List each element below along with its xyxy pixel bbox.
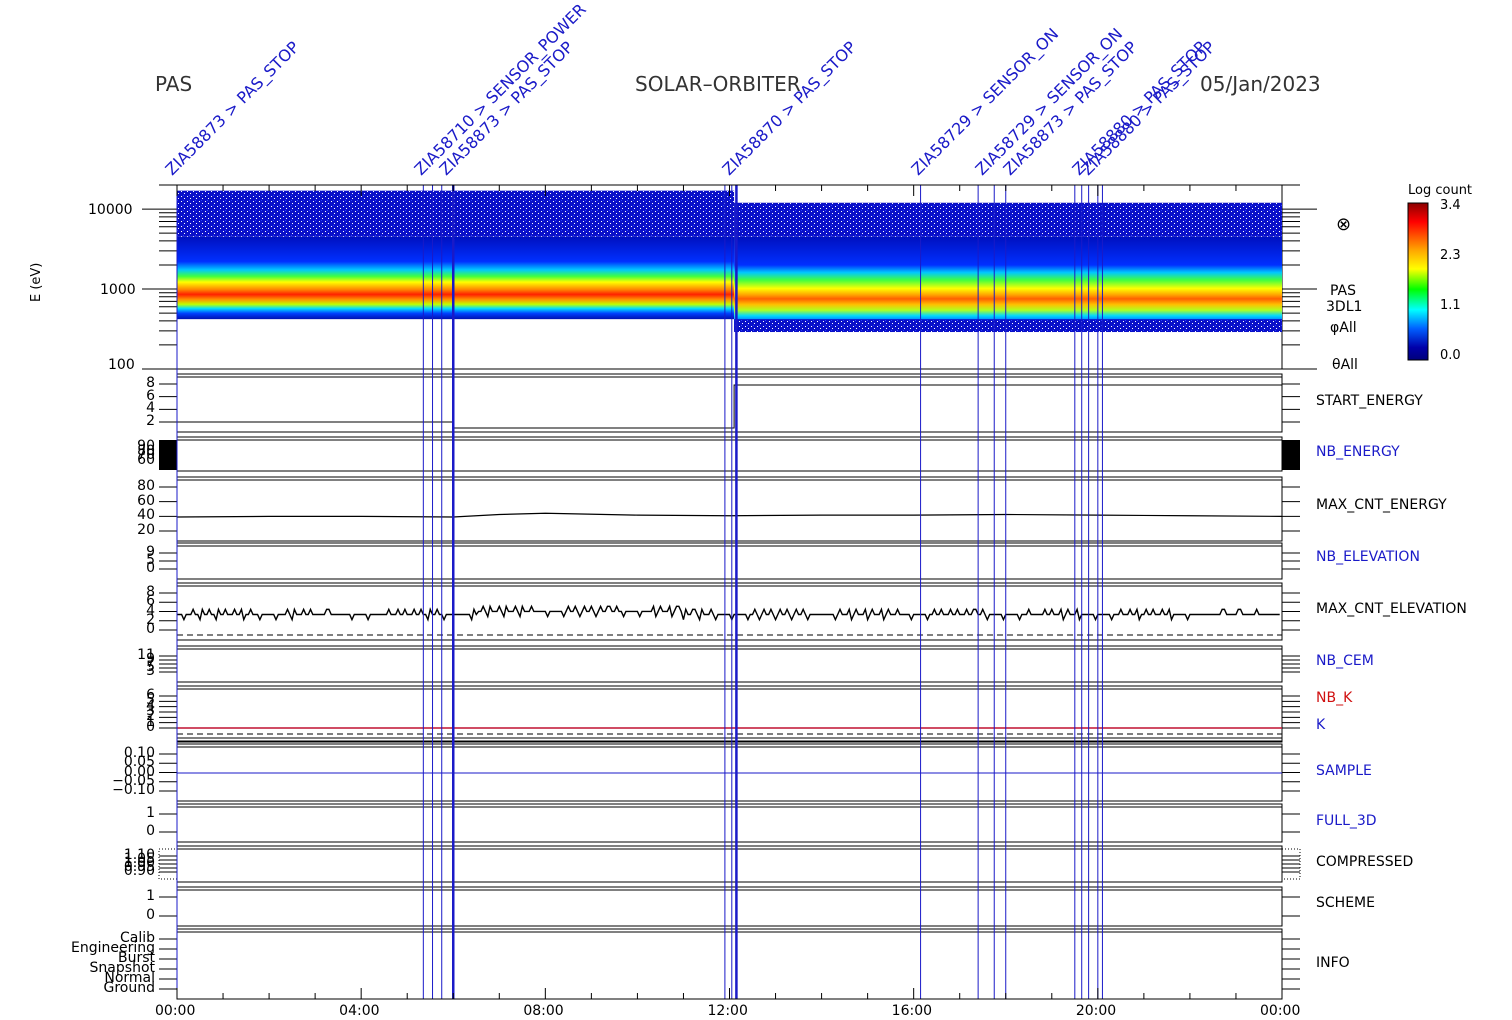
- panel-label: MAX_CNT_ELEVATION: [1316, 601, 1467, 617]
- colorbar-tick: 2.3: [1440, 248, 1461, 263]
- panel-tick-label: 3: [146, 663, 155, 679]
- panel-label: COMPRESSED: [1316, 854, 1414, 870]
- panel-label: NB_CEM: [1316, 653, 1374, 669]
- panel-frame: [176, 582, 1283, 641]
- panel-tick-label: −0.10: [112, 782, 155, 798]
- colorbar-title: Log count: [1408, 183, 1473, 198]
- panel-tick-label: 20: [137, 522, 155, 538]
- colorbar: [1407, 202, 1429, 361]
- spectrogram-main-band: [734, 236, 1282, 331]
- date-title: 05/Jan/2023: [1200, 72, 1321, 96]
- panel-frame: [176, 886, 1283, 927]
- spectrogram-side-label: 3DL1: [1326, 299, 1363, 315]
- energy-spectrogram: [142, 184, 1317, 370]
- panel-label: NB_K: [1316, 690, 1353, 706]
- panel-label: K: [1316, 717, 1326, 733]
- panel-label: NB_ELEVATION: [1316, 549, 1420, 565]
- panel-tick-label: 80: [137, 478, 155, 494]
- panel-label: MAX_CNT_ENERGY: [1316, 497, 1447, 513]
- time-tick-label: 20:00: [1075, 1003, 1117, 1019]
- energy-axis-label: E (eV): [29, 262, 44, 302]
- panel-frame: [176, 373, 1283, 433]
- panel-tick-label: 60: [137, 452, 155, 468]
- spectrogram-side-label: PAS: [1330, 283, 1357, 299]
- panel-tick-label: 0: [146, 719, 155, 735]
- panel-label: START_ENERGY: [1316, 393, 1423, 409]
- max-cnt-elevation-trace: [177, 604, 1280, 622]
- spectrogram-noise-band: [734, 319, 1282, 333]
- colorbar-tick: 3.4: [1440, 198, 1461, 213]
- panel-tick-label: 1: [146, 888, 155, 904]
- time-tick-label: 16:00: [891, 1003, 933, 1019]
- panel-frame: [176, 685, 1283, 739]
- panel-tick-label: 0: [146, 823, 155, 839]
- max-cnt-energy-trace: [176, 512, 1283, 518]
- panel-tick-label: 0: [146, 560, 155, 576]
- panel-label: NB_ENERGY: [1316, 444, 1400, 460]
- spectrogram-main-band: [177, 236, 735, 320]
- spectrogram-noise-band: [734, 202, 1282, 237]
- panel-frame: [176, 803, 1283, 843]
- time-tick-label: 12:00: [707, 1003, 748, 1019]
- start-energy-trace: [177, 384, 1282, 429]
- panel-tick-label: 2: [146, 413, 155, 429]
- time-tick-label: 00:00: [155, 1003, 196, 1019]
- energy-tick: 1000: [100, 282, 136, 298]
- mission-title: SOLAR–ORBITER: [635, 72, 801, 96]
- time-tick-label: 00:00: [1260, 1003, 1301, 1019]
- panel-frame: [176, 476, 1283, 542]
- panel-label: SCHEME: [1316, 895, 1375, 911]
- spectrogram-symbol: ⊗: [1336, 214, 1352, 235]
- nb-energy-block: [1282, 440, 1300, 470]
- panel-tick-label: 0.90: [123, 863, 155, 879]
- panel-tick-label: 0: [146, 621, 155, 637]
- panel-tick-label: 0: [146, 907, 155, 923]
- housekeeping-panels: [158, 373, 1301, 1000]
- nb-energy-block: [159, 440, 177, 470]
- colorbar-tick: 1.1: [1440, 298, 1461, 313]
- time-tick-label: 04:00: [339, 1003, 380, 1019]
- panel-label: SAMPLE: [1316, 763, 1372, 779]
- panel-tick-label: 60: [137, 492, 155, 509]
- panel-frame: [176, 845, 1283, 883]
- panel-label: INFO: [1316, 955, 1350, 971]
- panel-tick-label: 40: [137, 507, 155, 524]
- panel-frame: [176, 542, 1283, 580]
- panel-label: FULL_3D: [1316, 813, 1377, 829]
- spectrogram-side-label: φAll: [1330, 320, 1357, 336]
- panel-frame: [176, 436, 1283, 472]
- spectrogram-side-label: θAll: [1332, 357, 1358, 373]
- spectrogram-noise-band: [177, 190, 735, 237]
- panel-tick-label: Ground: [103, 980, 156, 996]
- time-tick-label: 08:00: [523, 1003, 564, 1019]
- instrument-title: PAS: [155, 72, 193, 96]
- energy-tick: 10000: [88, 202, 133, 218]
- panel-tick-label: 1: [146, 805, 155, 821]
- colorbar-tick: 0.0: [1440, 348, 1461, 363]
- panel-frame: [176, 645, 1283, 683]
- energy-tick: 100: [108, 357, 135, 373]
